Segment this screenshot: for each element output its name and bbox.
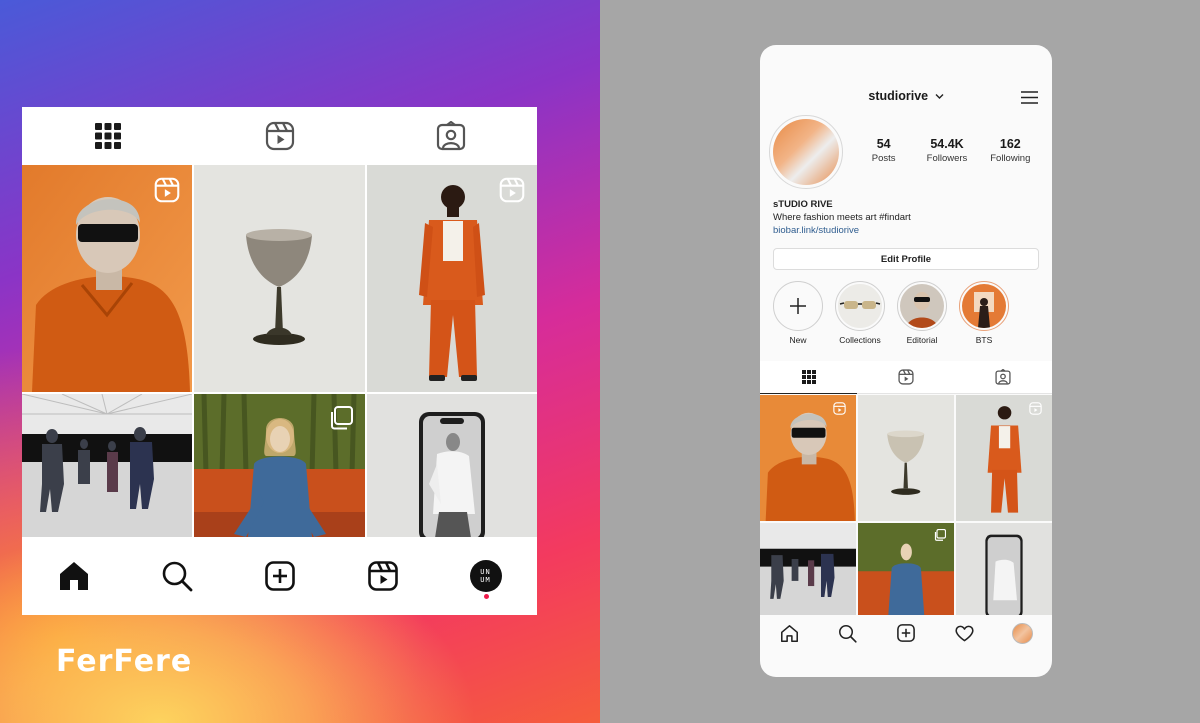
bio-link[interactable]: biobar.link/studiorive bbox=[773, 224, 1043, 237]
profile-tabs bbox=[760, 361, 1052, 394]
reels-icon bbox=[898, 369, 914, 385]
username-switcher[interactable]: studiorive bbox=[760, 89, 1052, 103]
posts-grid bbox=[22, 165, 537, 537]
profile-avatar[interactable] bbox=[769, 115, 843, 189]
chevron-down-icon bbox=[935, 94, 944, 100]
highlight-ring bbox=[897, 281, 947, 331]
profile-tabs bbox=[22, 107, 537, 165]
edit-profile-button[interactable]: Edit Profile bbox=[773, 248, 1039, 270]
brand-logo: FerFere bbox=[56, 644, 193, 679]
tab-reels[interactable] bbox=[857, 361, 954, 393]
post-thumbnail[interactable] bbox=[760, 523, 856, 615]
plus-icon bbox=[776, 284, 820, 328]
nav-add-post[interactable] bbox=[228, 537, 331, 615]
highlight-ring bbox=[959, 281, 1009, 331]
stat-followers[interactable]: 54.4K Followers bbox=[915, 137, 978, 164]
tab-posts-grid[interactable] bbox=[22, 107, 194, 165]
nav-activity[interactable] bbox=[935, 625, 993, 642]
post-thumbnail[interactable] bbox=[858, 395, 954, 521]
grid-icon bbox=[94, 123, 121, 149]
story-highlights: New Collections Editorial BTS bbox=[768, 281, 1048, 345]
grid-icon bbox=[801, 370, 816, 384]
post-thumbnail[interactable] bbox=[760, 395, 856, 521]
tab-tagged[interactable] bbox=[365, 107, 537, 165]
post-thumbnail[interactable] bbox=[194, 165, 365, 392]
tagged-icon bbox=[995, 369, 1011, 385]
search-icon bbox=[162, 561, 192, 592]
post-thumbnail[interactable] bbox=[367, 165, 537, 392]
nav-profile[interactable] bbox=[994, 622, 1052, 644]
post-thumbnail[interactable] bbox=[194, 394, 365, 537]
stat-posts[interactable]: 54 Posts bbox=[852, 137, 915, 164]
post-thumbnail[interactable] bbox=[367, 394, 537, 537]
editorial-thumb bbox=[900, 284, 944, 328]
highlight-editorial[interactable]: Editorial bbox=[892, 281, 952, 345]
nav-profile[interactable]: UN UM bbox=[434, 537, 537, 615]
post-thumbnail[interactable] bbox=[956, 395, 1052, 521]
avatar-image bbox=[773, 119, 839, 185]
post-thumbnail[interactable] bbox=[22, 165, 192, 392]
highlight-new[interactable]: New bbox=[768, 281, 828, 345]
promo-background: UN UM FerFere bbox=[0, 0, 600, 723]
nav-reels[interactable] bbox=[331, 537, 434, 615]
tab-posts-grid[interactable] bbox=[760, 361, 858, 394]
carousel-icon bbox=[934, 529, 946, 541]
reels-icon bbox=[367, 561, 398, 591]
profile-header: studiorive bbox=[760, 87, 1052, 109]
add-post-icon bbox=[264, 561, 295, 591]
profile-bio: sTUDIO RIVE Where fashion meets art #fin… bbox=[773, 198, 1043, 237]
nav-search[interactable] bbox=[125, 537, 228, 615]
reel-icon bbox=[1029, 402, 1042, 415]
home-icon bbox=[780, 624, 798, 642]
home-icon bbox=[59, 562, 88, 590]
nav-add-post[interactable] bbox=[877, 624, 935, 642]
reel-icon bbox=[833, 402, 846, 415]
display-name: sTUDIO RIVE bbox=[773, 199, 833, 210]
add-post-icon bbox=[897, 624, 915, 642]
reel-icon bbox=[154, 177, 180, 203]
tab-reels[interactable] bbox=[194, 107, 366, 165]
post-thumbnail[interactable] bbox=[858, 523, 954, 615]
highlight-ring bbox=[773, 281, 823, 331]
posts-grid bbox=[760, 395, 1052, 615]
stat-following[interactable]: 162 Following bbox=[979, 137, 1042, 164]
highlight-bts[interactable]: BTS bbox=[954, 281, 1014, 345]
nav-home[interactable] bbox=[760, 624, 818, 643]
collections-thumb bbox=[838, 284, 882, 328]
highlight-collections[interactable]: Collections bbox=[830, 281, 890, 345]
reels-icon bbox=[265, 121, 294, 151]
heart-icon bbox=[955, 625, 974, 641]
tab-tagged[interactable] bbox=[955, 361, 1052, 393]
nav-home[interactable] bbox=[22, 537, 125, 615]
nav-search[interactable] bbox=[818, 624, 876, 643]
post-thumbnail[interactable] bbox=[22, 394, 192, 537]
search-icon bbox=[839, 624, 857, 643]
tagged-icon bbox=[437, 121, 466, 151]
bottom-navigation bbox=[760, 615, 1052, 651]
phone-mockup: studiorive 54 Posts 54.4K Followers 162 … bbox=[760, 45, 1052, 677]
bts-thumb bbox=[962, 284, 1006, 328]
profile-grid-card: UN UM bbox=[22, 107, 537, 615]
hamburger-menu-icon[interactable] bbox=[1021, 91, 1038, 104]
bottom-navigation: UN UM bbox=[22, 537, 537, 615]
bio-tagline: Where fashion meets art #findart bbox=[773, 212, 911, 223]
reel-icon bbox=[499, 177, 525, 203]
carousel-icon bbox=[331, 406, 353, 430]
highlight-ring bbox=[835, 281, 885, 331]
profile-avatar: UN UM bbox=[469, 560, 502, 592]
post-thumbnail[interactable] bbox=[956, 523, 1052, 615]
active-indicator-dot bbox=[483, 594, 489, 599]
profile-stats: 54 Posts 54.4K Followers 162 Following bbox=[852, 137, 1042, 164]
profile-avatar bbox=[1012, 622, 1034, 644]
